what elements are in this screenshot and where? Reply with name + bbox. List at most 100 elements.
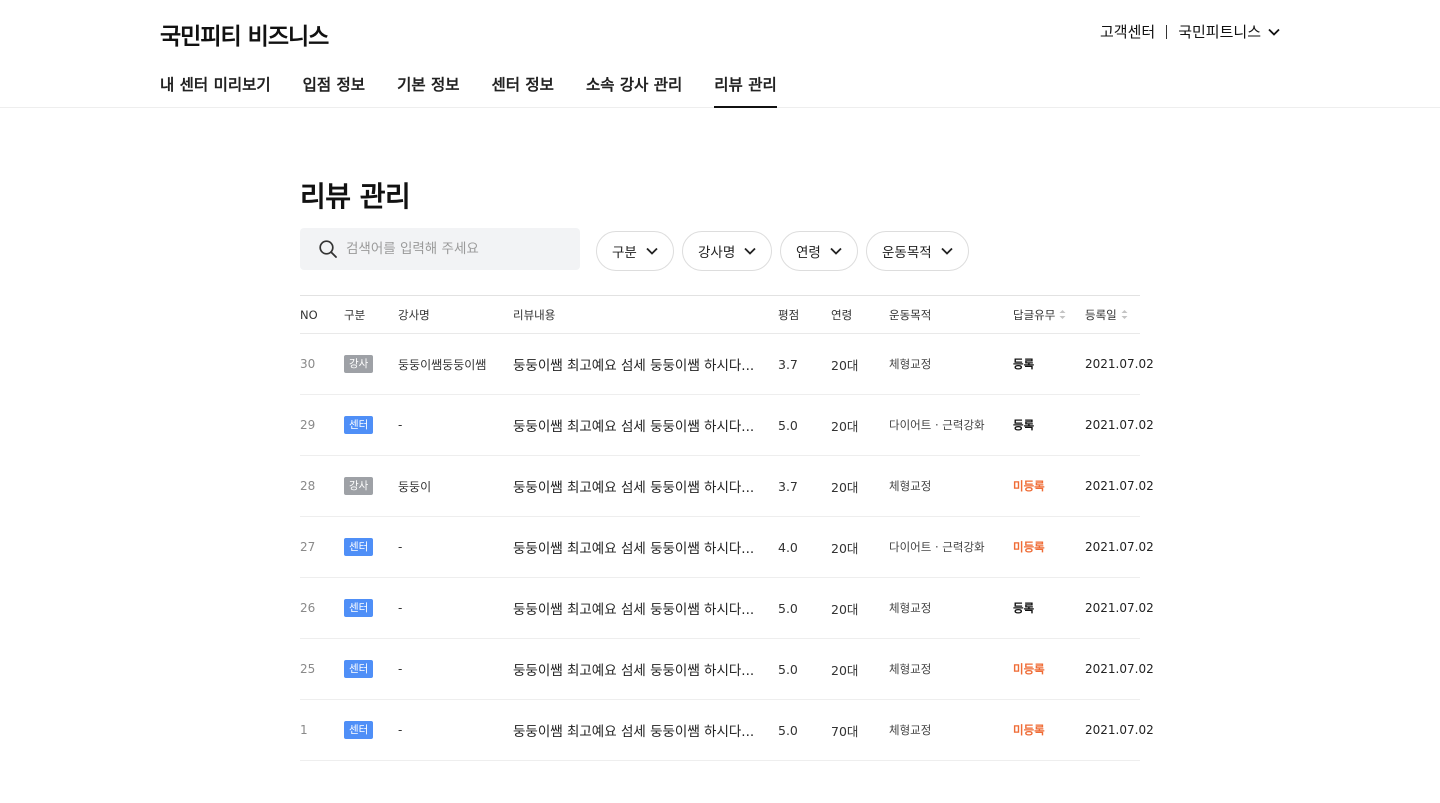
col-header-date: 등록일 [1085,307,1117,322]
reply-status: 미등록 [1013,540,1045,554]
row-instructor: - [398,418,403,432]
col-header-type: 구분 [344,307,366,322]
row-review-content[interactable]: 둥둥이쌤 최고예요 섬세 둥둥이쌤 하시다... [513,334,754,394]
table-body: 30 강사 둥둥이쌤둥둥이쌤 둥둥이쌤 최고예요 섬세 둥둥이쌤 하시다... 3.7 2… [300,334,1154,761]
row-rating: 5.0 [778,600,798,616]
row-no: 25 [300,662,316,676]
row-purpose: 체형교정 [889,662,932,676]
search-input[interactable] [346,241,566,257]
filter-purpose-dropdown[interactable]: 운동목적 [866,231,969,271]
row-review-content[interactable]: 둥둥이쌤 최고예요 섬세 둥둥이쌤 하시다... [513,639,754,699]
row-purpose: 체형교정 [889,357,932,371]
filter-instructor-dropdown[interactable]: 강사명 [682,231,773,271]
row-reply-cell: 등록 [1013,334,1034,394]
reply-status: 등록 [1013,601,1035,615]
col-header-rating: 평점 [778,307,800,322]
account-menu[interactable]: 국민피트니스 [1178,21,1280,42]
review-table: NO 구분 강사명 리뷰내용 평점 연령 운동목적 답글유무 등록일 30 강사 둥… [300,295,1154,761]
filter-age-dropdown[interactable]: 연령 [780,231,858,271]
row-rating: 3.7 [778,478,798,494]
row-rating: 5.0 [778,661,798,677]
row-purpose: 체형교정 [889,601,932,615]
row-instructor: - [398,540,403,554]
row-review-content[interactable]: 둥둥이쌤 최고예요 섬세 둥둥이쌤 하시다... [513,578,754,638]
row-date: 2021.07.02 [1085,662,1154,676]
row-review-content[interactable]: 둥둥이쌤 최고예요 섬세 둥둥이쌤 하시다... [513,517,754,577]
customer-center-link[interactable]: 고객센터 [1100,21,1155,42]
row-type-cell: 센터 [344,700,374,760]
chevron-down-icon [646,247,658,255]
reply-status: 등록 [1013,357,1035,371]
row-purpose: 다이어트 · 근력강화 [889,418,985,432]
type-badge: 강사 [344,355,374,373]
brand-logo[interactable]: 국민피티 비즈니스 [160,17,329,51]
row-date: 2021.07.02 [1085,601,1154,615]
row-age: 20대 [831,662,859,678]
col-header-review: 리뷰내용 [513,307,556,322]
account-name: 국민피트니스 [1178,23,1261,41]
row-rating: 5.0 [778,417,798,433]
nav-item-center-info[interactable]: 센터 정보 [492,62,554,108]
row-review-content[interactable]: 둥둥이쌤 최고예요 섬세 둥둥이쌤 하시다... [513,700,754,760]
row-instructor: 둥둥이 [398,479,432,494]
row-date: 2021.07.02 [1085,418,1154,432]
row-age: 20대 [831,418,859,434]
table-row[interactable]: 28 강사 둥둥이 둥둥이쌤 최고예요 섬세 둥둥이쌤 하시다... 3.7 20대 체형교… [300,456,1154,517]
row-reply-cell: 등록 [1013,395,1034,455]
table-row[interactable]: 26 센터 - 둥둥이쌤 최고예요 섬세 둥둥이쌤 하시다... 5.0 20대 체형교정 등… [300,578,1154,639]
nav-item-center-preview[interactable]: 내 센터 미리보기 [160,62,271,108]
reply-status: 미등록 [1013,662,1045,676]
filter-type-dropdown[interactable]: 구분 [596,231,674,271]
filter-label: 운동목적 [882,245,932,261]
table-row[interactable]: 27 센터 - 둥둥이쌤 최고예요 섬세 둥둥이쌤 하시다... 4.0 20대 다이어트 … [300,517,1154,578]
row-review-content[interactable]: 둥둥이쌤 최고예요 섬세 둥둥이쌤 하시다... [513,456,754,516]
table-row[interactable]: 1 센터 - 둥둥이쌤 최고예요 섬세 둥둥이쌤 하시다... 5.0 70대 체형교정 미등… [300,700,1154,761]
table-header: NO 구분 강사명 리뷰내용 평점 연령 운동목적 답글유무 등록일 [300,295,1140,334]
row-instructor: - [398,723,403,737]
sort-icon [1121,310,1128,319]
row-rating: 5.0 [778,722,798,738]
row-no: 30 [300,357,316,371]
row-type-cell: 강사 [344,456,374,516]
nav-item-reviews[interactable]: 리뷰 관리 [714,62,778,108]
row-instructor: - [398,662,403,676]
row-date: 2021.07.02 [1085,723,1154,737]
header-utility: 고객센터 국민피트니스 [1100,21,1280,42]
row-review-content[interactable]: 둥둥이쌤 최고예요 섬세 둥둥이쌤 하시다... [513,395,754,455]
table-row[interactable]: 30 강사 둥둥이쌤둥둥이쌤 둥둥이쌤 최고예요 섬세 둥둥이쌤 하시다... 3.7 2… [300,334,1154,395]
row-type-cell: 센터 [344,578,374,638]
chevron-down-icon [941,247,953,255]
type-badge: 센터 [344,416,374,434]
nav-item-basic-info[interactable]: 기본 정보 [397,62,459,108]
row-age: 20대 [831,479,859,495]
nav-item-store-info[interactable]: 입점 정보 [303,62,365,108]
row-reply-cell: 미등록 [1013,639,1045,699]
reply-status: 미등록 [1013,479,1045,493]
row-purpose: 다이어트 · 근력강화 [889,540,985,554]
row-date: 2021.07.02 [1085,357,1154,371]
reply-status: 등록 [1013,418,1035,432]
row-rating: 3.7 [778,356,798,372]
row-no: 29 [300,418,316,432]
nav-item-instructors[interactable]: 소속 강사 관리 [586,62,682,108]
table-row[interactable]: 29 센터 - 둥둥이쌤 최고예요 섬세 둥둥이쌤 하시다... 5.0 20대 다이어트 … [300,395,1154,456]
header-divider [1166,24,1168,39]
row-age: 70대 [831,723,859,739]
row-type-cell: 센터 [344,517,374,577]
col-header-reply-sort[interactable]: 답글유무 [1013,296,1066,333]
row-type-cell: 센터 [344,639,374,699]
filter-toolbar: 구분 강사명 연령 운동목적 [300,228,1140,272]
row-no: 1 [300,723,308,737]
sort-icon [1059,310,1066,319]
type-badge: 센터 [344,721,374,739]
table-row[interactable]: 25 센터 - 둥둥이쌤 최고예요 섬세 둥둥이쌤 하시다... 5.0 20대 체형교정 미… [300,639,1154,700]
col-header-purpose: 운동목적 [889,307,932,322]
col-header-age: 연령 [831,307,853,322]
col-header-date-sort[interactable]: 등록일 [1085,296,1128,333]
type-badge: 센터 [344,538,374,556]
search-box[interactable] [300,228,580,270]
search-icon [319,240,337,258]
row-type-cell: 센터 [344,395,374,455]
row-reply-cell: 등록 [1013,578,1034,638]
col-header-instructor: 강사명 [398,307,430,322]
